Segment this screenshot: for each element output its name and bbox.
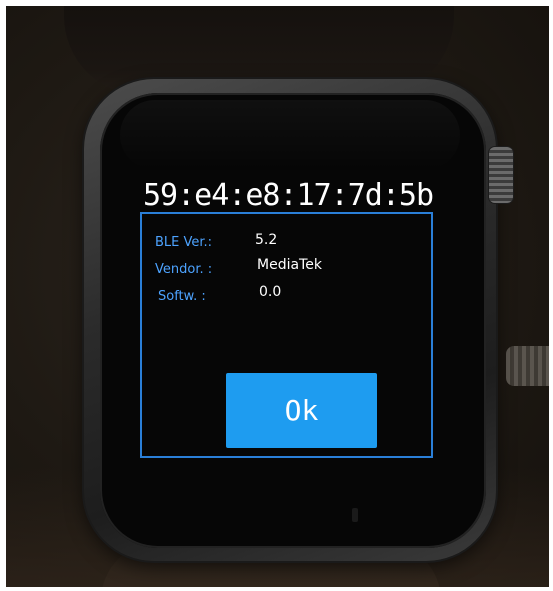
- ok-button[interactable]: Ok: [226, 373, 377, 448]
- software-label: Softw. :: [158, 289, 206, 304]
- software-value: 0.0: [259, 284, 282, 300]
- vendor-label: Vendor. :: [155, 262, 213, 277]
- microphone-slot: [352, 508, 358, 522]
- device-address: 59:e4:e8:17:7d:5b: [143, 178, 434, 213]
- ble-version-value: 5.2: [255, 232, 278, 248]
- glass-reflection: [120, 100, 460, 170]
- ble-version-label: BLE Ver.:: [155, 235, 213, 250]
- vendor-value: MediaTek: [257, 257, 322, 273]
- cable: [506, 346, 549, 386]
- watch-crown-icon[interactable]: [489, 147, 513, 203]
